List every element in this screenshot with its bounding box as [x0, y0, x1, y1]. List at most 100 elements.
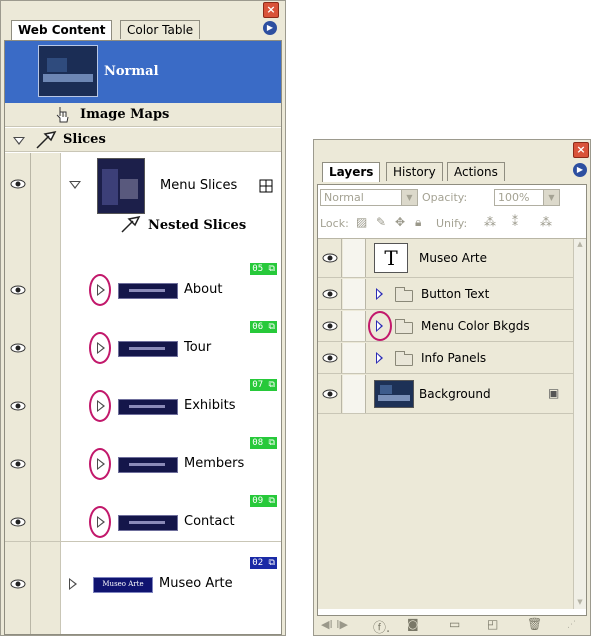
slice-number-badge: 09 ⧉ — [250, 495, 277, 507]
lock-brush-icon[interactable]: ✎ — [376, 215, 386, 229]
lock-transparency-icon[interactable]: ▨ — [356, 215, 367, 229]
folder-icon — [395, 319, 413, 334]
expand-group-icon[interactable] — [376, 288, 383, 300]
expand-slice-icon[interactable] — [97, 516, 105, 528]
folder-icon — [395, 351, 413, 366]
new-layer-icon[interactable]: ◰ — [487, 617, 498, 631]
blend-mode-select[interactable]: Normal ▼ — [320, 189, 418, 206]
tab-layers[interactable]: Layers — [322, 162, 381, 182]
eye-icon[interactable] — [322, 289, 338, 299]
close-icon[interactable]: × — [263, 2, 279, 18]
image-maps-row[interactable]: Image Maps — [5, 103, 281, 127]
slice-number-badge: 05 ⧉ — [250, 263, 277, 275]
layer-link-cell[interactable] — [343, 279, 366, 309]
slice-number-badge: 08 ⧉ — [250, 437, 277, 449]
layer-row-museo-arte[interactable]: T Museo Arte — [318, 239, 573, 278]
expand-slice-icon[interactable] — [97, 458, 105, 470]
slice-thumbnail — [118, 515, 178, 531]
web-content-list: Normal Image Maps Slices Menu Slices Nes… — [4, 40, 282, 635]
new-group-icon[interactable]: ▭ — [449, 617, 460, 631]
slice-row-contact[interactable]: 09 ⧉ Contact — [5, 483, 281, 541]
slice-label: Tour — [184, 340, 212, 355]
eye-icon[interactable] — [10, 459, 26, 469]
expand-menu-slices-icon[interactable] — [69, 181, 81, 189]
panel-menu-icon[interactable]: ▶ — [573, 163, 587, 177]
slice-number-badge: 06 ⧉ — [250, 321, 277, 333]
unify-style-icon[interactable]: ⁂ — [540, 215, 552, 229]
scroll-down-icon[interactable]: ▼ — [575, 598, 585, 608]
slices-row[interactable]: Slices — [5, 128, 281, 152]
tab-actions[interactable]: Actions — [447, 162, 505, 181]
eye-icon[interactable] — [322, 389, 338, 399]
eye-icon[interactable] — [322, 321, 338, 331]
layer-row-button-text[interactable]: Button Text — [318, 279, 573, 310]
layer-row-menu-color-bkgds[interactable]: Menu Color Bkgds — [318, 311, 573, 342]
panel-menu-icon[interactable]: ▶ — [263, 21, 277, 35]
layer-link-cell[interactable] — [343, 343, 366, 373]
unify-visibility-icon[interactable]: ⁑ — [512, 215, 518, 229]
text-layer-icon: T — [374, 243, 408, 273]
layer-link-cell[interactable] — [343, 375, 366, 413]
layer-mask-icon[interactable]: ◙ — [407, 617, 419, 631]
slice-thumbnail — [118, 457, 178, 473]
layers-scrollbar[interactable]: ▲ ▼ — [573, 239, 586, 609]
layer-name: Museo Arte — [419, 251, 487, 265]
tab-color-table[interactable]: Color Table — [120, 20, 201, 39]
lock-move-icon[interactable]: ✥ — [395, 215, 405, 229]
layer-name: Menu Color Bkgds — [421, 319, 530, 333]
nested-slice-knife-icon — [121, 216, 141, 233]
layer-link-cell[interactable] — [343, 311, 366, 341]
layer-style-icon[interactable]: ⓕ. — [373, 617, 390, 636]
expand-slice-icon[interactable] — [97, 284, 105, 296]
unify-label: Unify: — [436, 217, 468, 230]
eye-icon[interactable] — [322, 353, 338, 363]
tab-history[interactable]: History — [386, 162, 443, 181]
eye-icon[interactable] — [10, 579, 26, 589]
menu-slices-thumbnail — [97, 158, 145, 214]
eye-icon[interactable] — [10, 401, 26, 411]
expand-group-icon[interactable] — [376, 320, 383, 332]
eye-icon[interactable] — [10, 285, 26, 295]
scroll-up-icon[interactable]: ▲ — [575, 240, 585, 250]
menu-slices-label: Menu Slices — [160, 178, 238, 193]
eye-icon[interactable] — [10, 517, 26, 527]
slice-label: About — [184, 282, 223, 297]
animation-frames-icon[interactable]: ◀Ⅰ Ⅰ▶ — [321, 618, 348, 631]
chevron-down-icon: ▼ — [543, 190, 559, 205]
slices-label: Slices — [63, 132, 106, 147]
eye-icon[interactable] — [322, 253, 338, 263]
slice-row-exhibits[interactable]: 07 ⧉ Exhibits — [5, 367, 281, 425]
slice-row-members[interactable]: 08 ⧉ Members — [5, 425, 281, 483]
layer-link-cell[interactable] — [343, 239, 366, 277]
normal-state-row[interactable]: Normal — [5, 41, 281, 103]
slice-label: Exhibits — [184, 398, 236, 413]
close-icon[interactable]: × — [573, 142, 589, 158]
lock-all-icon[interactable]: 🔒︎ — [415, 215, 421, 230]
tab-web-content[interactable]: Web Content — [11, 20, 113, 40]
lock-icon: ▣ — [548, 386, 560, 400]
slice-label: Members — [184, 456, 245, 471]
museo-arte-thumbnail: Museo Arte — [93, 577, 153, 593]
layer-row-background[interactable]: Background ▣ — [318, 375, 573, 414]
menu-slices-row[interactable]: Menu Slices Nested Slices — [5, 153, 281, 241]
slice-knife-icon — [36, 130, 57, 149]
slice-row-about[interactable]: 05 ⧉ About — [5, 251, 281, 309]
expand-group-icon[interactable] — [376, 352, 383, 364]
expand-slice-icon[interactable] — [97, 342, 105, 354]
slice-row-museo-arte[interactable]: 02 ⧉ Museo Arte Museo Arte — [5, 541, 281, 601]
expand-slice-icon[interactable] — [69, 578, 77, 590]
trash-icon[interactable]: 🗑︎ — [527, 617, 542, 631]
opacity-field[interactable]: 100% ▼ — [494, 189, 560, 206]
unify-position-icon[interactable]: ⁂ — [484, 215, 496, 229]
nested-slices-label: Nested Slices — [148, 218, 247, 233]
resize-grip-icon[interactable]: ⋰ — [567, 620, 576, 630]
layer-name: Background — [419, 387, 491, 401]
eye-icon[interactable] — [10, 343, 26, 353]
eye-icon[interactable] — [10, 179, 26, 189]
expand-slices-icon[interactable] — [13, 137, 25, 145]
expand-slice-icon[interactable] — [97, 400, 105, 412]
slice-row-tour[interactable]: 06 ⧉ Tour — [5, 309, 281, 367]
slice-label: Contact — [184, 514, 235, 529]
layer-row-info-panels[interactable]: Info Panels — [318, 343, 573, 374]
lock-label: Lock: — [320, 217, 349, 230]
